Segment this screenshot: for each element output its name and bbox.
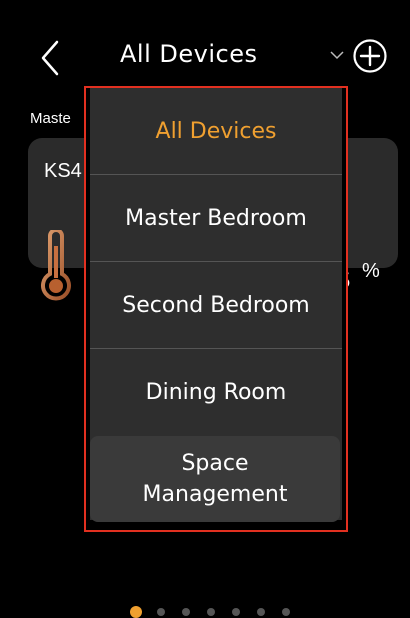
humidity-unit: % <box>362 260 380 282</box>
device-name: KS4 <box>44 160 82 182</box>
page-indicator <box>130 606 300 618</box>
back-button[interactable] <box>30 36 70 80</box>
page-dot[interactable] <box>282 608 290 616</box>
dropdown-item-master-bedroom[interactable]: Master Bedroom <box>90 175 342 261</box>
header: All Devices <box>0 0 410 90</box>
chevron-left-icon <box>41 40 59 76</box>
page-title[interactable]: All Devices <box>120 40 257 68</box>
dropdown-item-dining-room[interactable]: Dining Room <box>90 349 342 435</box>
space-management-label-line1: Space <box>181 451 249 476</box>
dropdown-item-second-bedroom[interactable]: Second Bedroom <box>90 262 342 348</box>
page-dot[interactable] <box>157 608 165 616</box>
page-dot[interactable] <box>257 608 265 616</box>
room-dropdown: All Devices Master Bedroom Second Bedroo… <box>84 86 348 532</box>
page-dot-active[interactable] <box>130 606 142 618</box>
space-management-label-line2: Management <box>142 482 288 507</box>
page-dot[interactable] <box>182 608 190 616</box>
room-label: Maste <box>30 110 71 127</box>
dropdown-item-all-devices[interactable]: All Devices <box>90 88 342 174</box>
thermometer-icon <box>41 230 71 301</box>
page-dot[interactable] <box>232 608 240 616</box>
page-dot[interactable] <box>207 608 215 616</box>
space-management-button[interactable]: Space Management <box>90 436 340 522</box>
add-device-button[interactable] <box>352 38 388 74</box>
chevron-down-icon[interactable] <box>330 50 344 60</box>
